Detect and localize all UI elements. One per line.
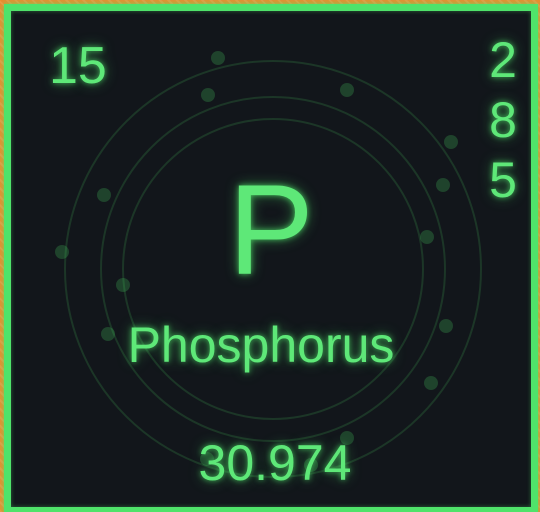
atomic-mass: 30.974 (198, 435, 352, 491)
shell-count-2: 8 (489, 92, 517, 148)
shell-count-1: 2 (489, 32, 517, 88)
element-tile: 15 2 8 5 P Phosphorus 30.974 (4, 4, 538, 512)
electron-dot (201, 88, 215, 102)
atomic-number: 15 (49, 37, 107, 95)
electron-dot (211, 51, 225, 65)
electron-dot (424, 376, 438, 390)
element-name: Phosphorus (127, 317, 395, 373)
electron-dot (444, 135, 458, 149)
electron-dot (340, 83, 354, 97)
element-symbol: P (228, 159, 314, 302)
